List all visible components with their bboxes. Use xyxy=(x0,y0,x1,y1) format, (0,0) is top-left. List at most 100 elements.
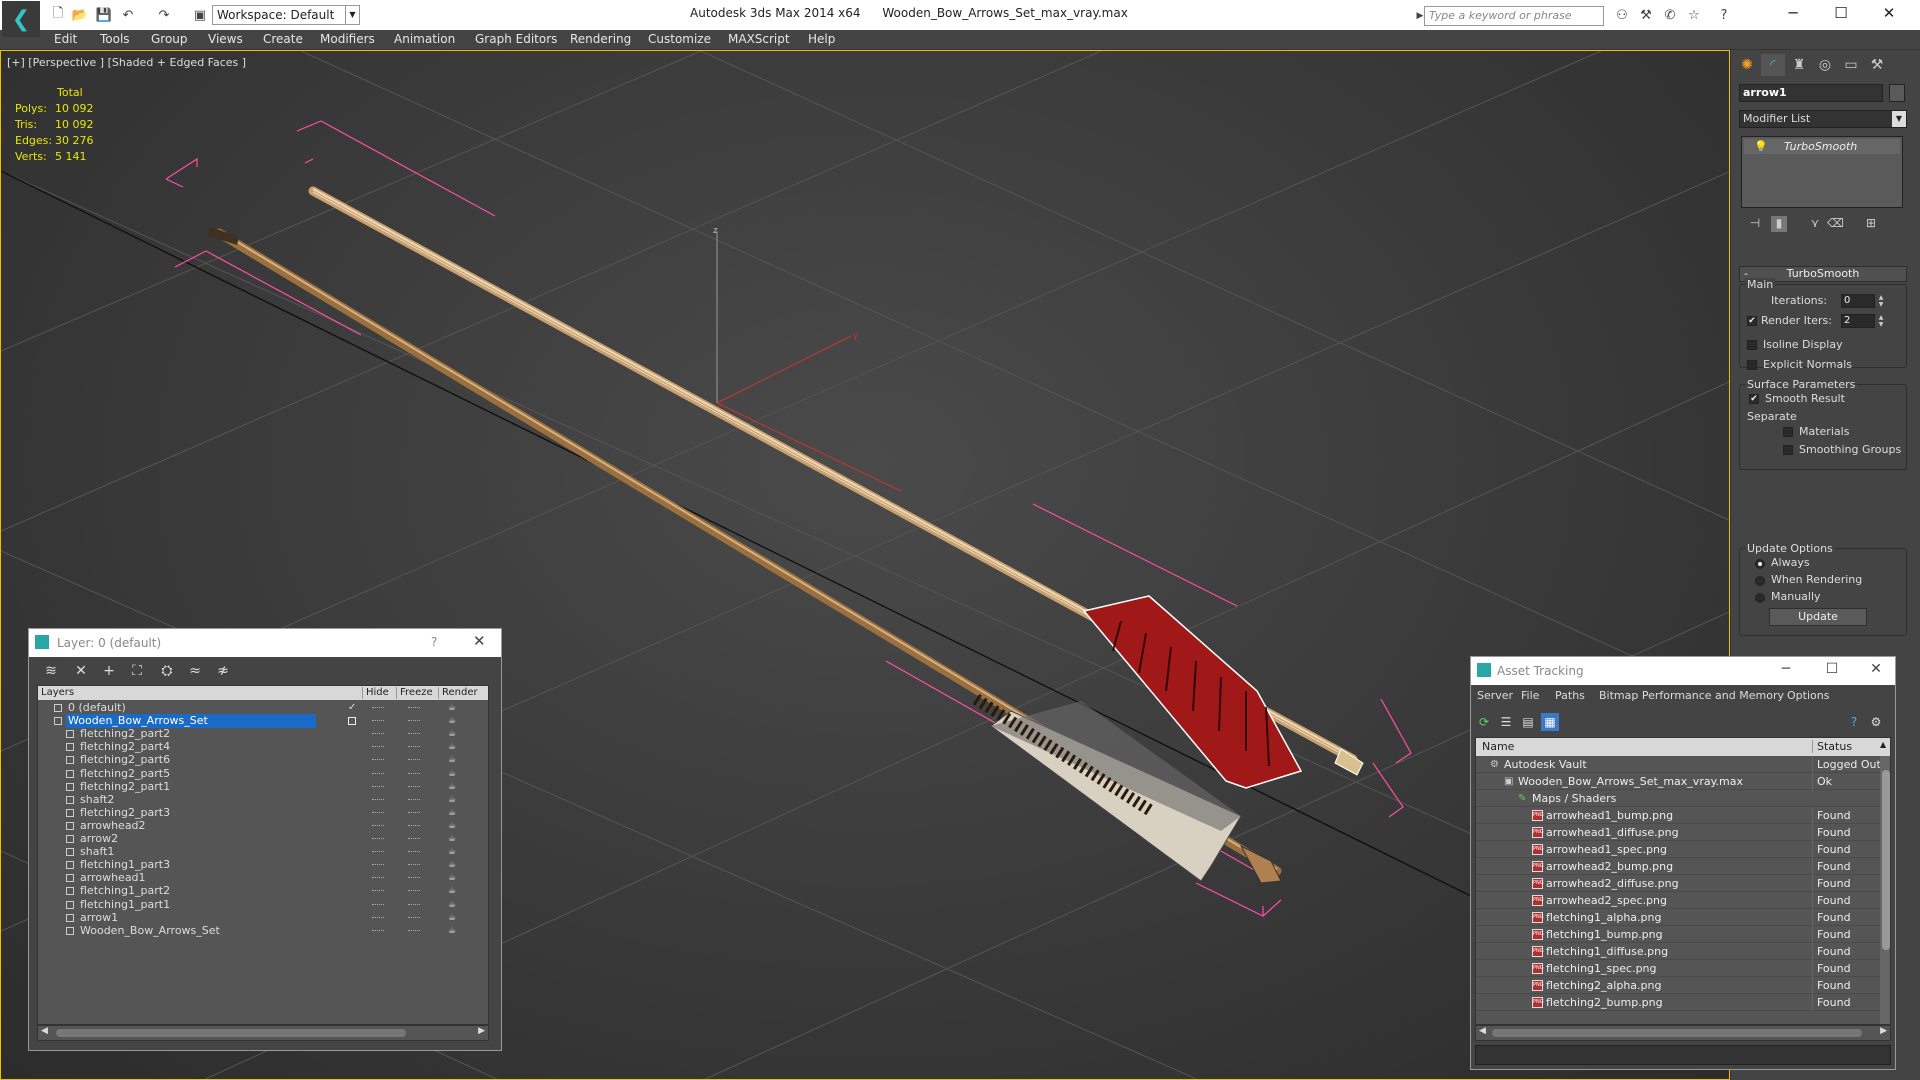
hide-toggle[interactable] xyxy=(372,811,384,814)
close-icon[interactable]: ✕ xyxy=(1866,0,1912,26)
render-teapot-icon[interactable]: ☕ xyxy=(448,848,458,857)
modifier-list-dropdown[interactable]: Modifier List ▼ xyxy=(1739,110,1907,128)
scrollbar-thumb[interactable] xyxy=(56,1029,406,1037)
menu-server[interactable]: Server xyxy=(1477,689,1513,702)
hide-toggle[interactable] xyxy=(372,890,384,892)
col-freeze[interactable]: Freeze xyxy=(396,687,433,699)
hide-toggle[interactable] xyxy=(372,785,384,788)
help-icon[interactable]: ? xyxy=(1845,713,1863,731)
minimize-icon[interactable]: ─ xyxy=(1771,661,1801,677)
render-teapot-icon[interactable]: ☕ xyxy=(448,874,458,883)
scrollbar-thumb[interactable] xyxy=(1492,1029,1862,1037)
freeze-toggle[interactable] xyxy=(408,785,420,788)
project-folder-icon[interactable]: ▣ xyxy=(190,5,210,25)
menu-bitmap-performance[interactable]: Bitmap Performance and Memory xyxy=(1599,689,1784,702)
freeze-toggle[interactable] xyxy=(408,864,420,866)
workspace-dropdown[interactable]: Workspace: Default ▼ xyxy=(212,5,360,25)
menu-animation[interactable]: Animation xyxy=(394,32,455,46)
manually-radio[interactable] xyxy=(1755,593,1765,603)
horizontal-scrollbar[interactable]: ◀ ▶ xyxy=(37,1025,489,1041)
freeze-toggle[interactable] xyxy=(408,798,420,801)
open-file-icon[interactable]: 📂 xyxy=(70,5,90,25)
menu-group[interactable]: Group xyxy=(151,32,188,46)
make-unique-icon[interactable]: ⋎ xyxy=(1807,216,1823,232)
materials-checkbox[interactable] xyxy=(1783,427,1793,437)
col-name[interactable]: Name xyxy=(1482,740,1514,753)
render-teapot-icon[interactable]: ☕ xyxy=(448,769,458,778)
render-teapot-icon[interactable]: ☕ xyxy=(448,756,458,765)
create-tab-icon[interactable]: ✺ xyxy=(1735,54,1759,76)
new-layer-icon[interactable]: ≋ xyxy=(41,661,61,681)
render-iters-checkbox[interactable]: ✔ xyxy=(1747,316,1757,326)
minimize-icon[interactable]: ─ xyxy=(1770,0,1816,26)
hide-toggle[interactable] xyxy=(372,824,384,827)
render-teapot-icon[interactable]: ☕ xyxy=(448,795,458,804)
spinner-arrows-icon[interactable]: ▲ ▼ xyxy=(1877,314,1885,328)
communication-icon[interactable]: ✆ xyxy=(1660,6,1680,26)
undo-icon[interactable]: ↶ xyxy=(118,5,138,25)
freeze-toggle[interactable] xyxy=(408,772,420,775)
new-file-icon[interactable]: 🗋 xyxy=(48,5,68,25)
render-teapot-icon[interactable]: ☕ xyxy=(448,782,458,791)
asset-row[interactable]: PNG arrowhead1_bump.png Found xyxy=(1476,807,1880,824)
menu-help[interactable]: Help xyxy=(808,32,835,46)
explicit-normals-checkbox[interactable] xyxy=(1747,360,1757,370)
pin-stack-icon[interactable]: ⊣ xyxy=(1747,216,1763,232)
delete-layer-icon[interactable]: ✕ xyxy=(71,661,91,681)
scroll-left-icon[interactable]: ◀ xyxy=(1479,1026,1486,1036)
hide-toggle[interactable] xyxy=(372,916,384,919)
hide-toggle[interactable] xyxy=(372,929,384,932)
freeze-toggle[interactable] xyxy=(408,733,420,735)
menu-file[interactable]: File xyxy=(1521,689,1539,702)
menu-edit[interactable]: Edit xyxy=(54,32,77,46)
hide-toggle[interactable] xyxy=(372,903,384,906)
menu-rendering[interactable]: Rendering xyxy=(570,32,631,46)
list-view-icon[interactable]: ☰ xyxy=(1497,713,1515,731)
utilities-tab-icon[interactable]: ⚒ xyxy=(1865,54,1889,76)
object-color-swatch[interactable] xyxy=(1889,84,1905,102)
lightbulb-icon[interactable]: 💡 xyxy=(1754,139,1768,154)
hide-toggle[interactable] xyxy=(372,877,384,879)
asset-row[interactable]: PNG fletching1_alpha.png Found xyxy=(1476,909,1880,926)
scroll-left-icon[interactable]: ◀ xyxy=(41,1026,48,1036)
scroll-right-icon[interactable]: ▶ xyxy=(478,1026,485,1036)
asset-row[interactable]: PNG fletching1_diffuse.png Found xyxy=(1476,943,1880,960)
thumbnail-view-icon[interactable]: ▤ xyxy=(1519,713,1537,731)
freeze-toggle[interactable] xyxy=(408,720,420,722)
hide-toggle[interactable] xyxy=(372,720,384,722)
render-teapot-icon[interactable]: ☕ xyxy=(448,913,458,922)
maximize-icon[interactable]: ☐ xyxy=(1817,661,1847,677)
hide-toggle[interactable] xyxy=(372,838,384,840)
render-teapot-icon[interactable]: ☕ xyxy=(448,743,458,752)
render-teapot-icon[interactable]: ☕ xyxy=(448,835,458,844)
menu-paths[interactable]: Paths xyxy=(1555,689,1585,702)
layer-dialog-titlebar[interactable]: Layer: 0 (default) ? ✕ xyxy=(29,629,501,657)
subscription-icon[interactable]: ⚒ xyxy=(1636,6,1656,26)
freeze-toggle[interactable] xyxy=(408,759,420,761)
hide-toggle[interactable] xyxy=(372,746,384,748)
render-iters-spinner[interactable]: 2 xyxy=(1841,314,1875,328)
menu-create[interactable]: Create xyxy=(263,32,303,46)
isoline-checkbox[interactable] xyxy=(1747,340,1757,350)
viewport-label[interactable]: [+] [Perspective ] [Shaded + Edged Faces… xyxy=(7,56,246,69)
smoothing-groups-checkbox[interactable] xyxy=(1783,445,1793,455)
asset-table[interactable]: Name Status ▲ ⚙ Autodesk Vault Logged Out ▣… xyxy=(1475,737,1891,1025)
render-teapot-icon[interactable]: ☕ xyxy=(448,717,458,726)
freeze-toggle[interactable] xyxy=(408,824,420,827)
object-name-field[interactable]: arrow1 xyxy=(1739,84,1883,102)
modify-tab-icon[interactable]: ◜ xyxy=(1761,54,1785,76)
binoculars-icon[interactable]: ⚇ xyxy=(1612,6,1632,26)
close-icon[interactable]: ✕ xyxy=(473,632,486,650)
select-objects-icon[interactable]: ⛶ xyxy=(127,661,147,681)
asset-dialog-titlebar[interactable]: Asset Tracking ─ ☐ ✕ xyxy=(1471,657,1895,685)
freeze-toggle[interactable] xyxy=(408,811,420,814)
freeze-toggle[interactable] xyxy=(408,916,420,919)
save-file-icon[interactable]: 💾 xyxy=(94,5,114,25)
freeze-toggle[interactable] xyxy=(408,877,420,879)
layer-table[interactable]: Layers Hide Freeze Render 0 (default) ✓ ☕ W… xyxy=(37,685,489,1025)
col-hide[interactable]: Hide xyxy=(362,687,389,699)
freeze-toggle[interactable] xyxy=(408,903,420,906)
hide-toggle[interactable] xyxy=(372,798,384,801)
hierarchy-tab-icon[interactable]: ♜ xyxy=(1787,54,1811,76)
layer-row[interactable]: Wooden_Bow_Arrows_Set ☕ xyxy=(38,923,488,939)
